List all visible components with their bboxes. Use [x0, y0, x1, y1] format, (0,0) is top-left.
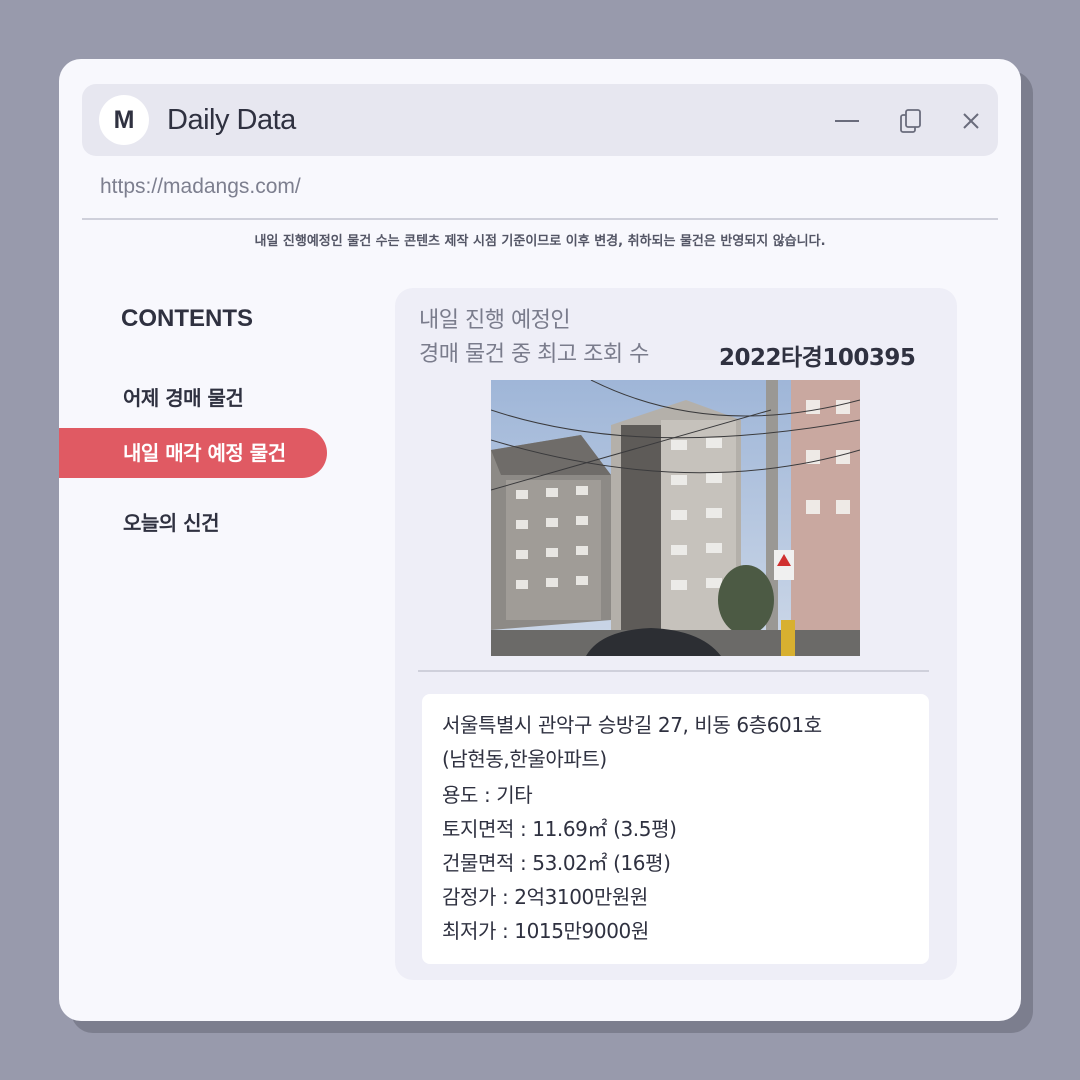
close-icon: [963, 113, 979, 129]
divider: [82, 218, 998, 220]
minimize-button[interactable]: [832, 106, 862, 136]
address-line-2: (남현동,한울아파트): [442, 747, 607, 771]
appraisal-price: 감정가 : 2억3100만원원: [442, 885, 648, 909]
property-card: 내일 진행 예정인 경매 물건 중 최고 조회 수 2022타경100395 서…: [395, 288, 957, 980]
property-photo: [491, 380, 860, 656]
case-number: 2022타경100395: [719, 345, 916, 371]
close-button[interactable]: [956, 106, 986, 136]
card-heading-line2: 경매 물건 중 최고 조회 수: [419, 342, 649, 367]
land-area: 토지면적 : 11.69㎡ (3.5평): [442, 817, 677, 841]
property-details: 서울특별시 관악구 승방길 27, 비동 6층601호 (남현동,한울아파트) …: [422, 694, 929, 964]
address-bar[interactable]: https://madangs.com/: [100, 175, 301, 199]
address-line-1: 서울특별시 관악구 승방길 27, 비동 6층601호: [442, 713, 822, 737]
nav-item-tomorrow[interactable]: 내일 매각 예정 물건: [59, 428, 327, 478]
app-window: M Daily Data https://madangs.com/ 내일 진행예…: [59, 59, 1021, 1021]
card-heading-line1: 내일 진행 예정인: [419, 308, 571, 333]
contents-heading: CONTENTS: [121, 305, 253, 332]
building-area: 건물면적 : 53.02㎡ (16평): [442, 851, 671, 875]
usage: 용도 : 기타: [442, 783, 533, 807]
restore-icon: [900, 109, 921, 133]
notice-text: 내일 진행예정인 물건 수는 콘텐츠 제작 시점 기준이므로 이후 변경, 취하…: [254, 234, 826, 249]
nav-item-today-new[interactable]: 오늘의 신건: [123, 507, 219, 536]
title-bar: M Daily Data: [82, 84, 998, 156]
app-title: Daily Data: [167, 104, 296, 136]
minimize-icon: [835, 120, 859, 122]
restore-button[interactable]: [896, 106, 926, 136]
card-divider: [418, 670, 929, 672]
app-logo: M: [99, 95, 149, 145]
nav-item-yesterday[interactable]: 어제 경매 물건: [123, 382, 244, 411]
minimum-price: 최저가 : 1015만9000원: [442, 919, 649, 943]
card-heading: 내일 진행 예정인 경매 물건 중 최고 조회 수: [419, 304, 649, 372]
